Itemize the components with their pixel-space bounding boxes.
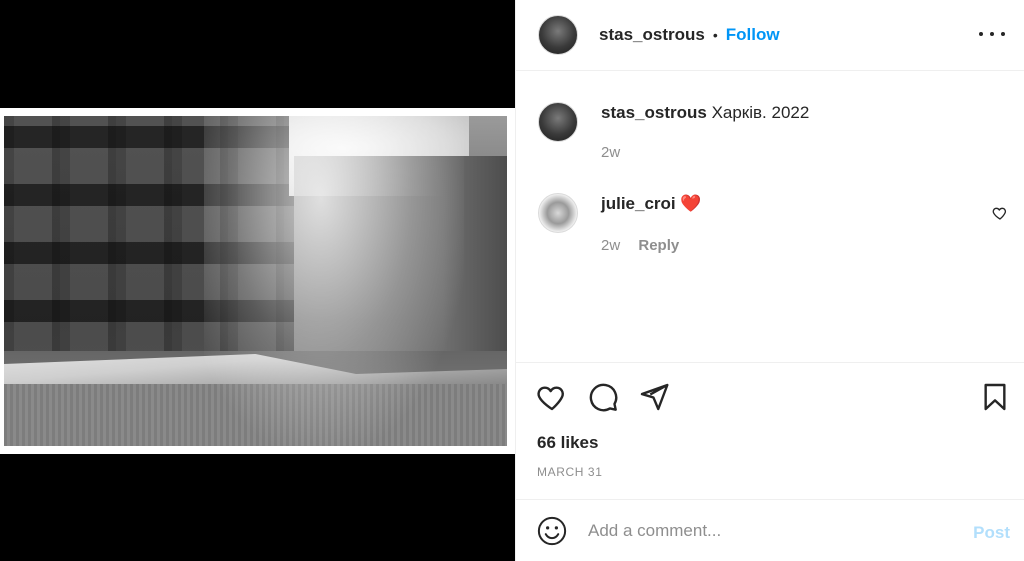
caption-text: Харків. 2022 (711, 103, 810, 122)
save-bookmark-icon[interactable] (979, 381, 1011, 413)
header-separator: • (712, 27, 718, 43)
author-avatar[interactable] (538, 15, 578, 55)
photo-light-glow (204, 116, 464, 446)
comment-meta: 2w Reply (601, 237, 679, 254)
comments-section: stas_ostrous Харків. 2022 2w julie_croi … (516, 72, 1024, 361)
likes-count[interactable]: 66 likes (537, 433, 598, 453)
caption-username[interactable]: stas_ostrous (601, 103, 707, 122)
post-date[interactable]: MARCH 31 (537, 465, 602, 479)
caption-avatar[interactable] (538, 102, 578, 142)
like-heart-icon[interactable] (536, 381, 568, 413)
comment-like-heart-icon[interactable] (992, 205, 1008, 221)
share-paper-plane-icon[interactable] (638, 381, 670, 413)
comment-bubble-icon[interactable] (587, 381, 619, 413)
post-media (0, 0, 515, 561)
post-actions: 66 likes MARCH 31 (516, 362, 1024, 500)
comment-text: ❤️ (680, 194, 702, 213)
photo-frame (0, 108, 515, 454)
commenter-avatar[interactable] (538, 193, 578, 233)
caption-comment: stas_ostrous Харків. 2022 2w (538, 102, 1008, 162)
caption-body: stas_ostrous Харків. 2022 (601, 102, 809, 124)
more-options-icon[interactable] (979, 22, 1005, 46)
more-dot (1001, 32, 1005, 36)
comment-time[interactable]: 2w (601, 237, 620, 254)
post-header: stas_ostrous • Follow (516, 0, 1024, 71)
caption-meta: 2w (601, 144, 620, 161)
comment-input[interactable] (588, 521, 958, 541)
emoji-icon[interactable] (537, 516, 567, 546)
post-photo[interactable] (4, 116, 507, 446)
follow-button[interactable]: Follow (726, 25, 780, 45)
comment-username[interactable]: julie_croi (601, 194, 676, 213)
add-comment-bar: Post (516, 501, 1024, 561)
reply-button[interactable]: Reply (638, 237, 679, 254)
comment-item: julie_croi ❤️ 2w Reply (538, 193, 1008, 254)
more-dot (990, 32, 994, 36)
author-username[interactable]: stas_ostrous (599, 25, 705, 45)
more-dot (979, 32, 983, 36)
caption-time[interactable]: 2w (601, 144, 620, 161)
post-details-panel: stas_ostrous • Follow stas_ostrous Харкі… (515, 0, 1024, 561)
comment-body: julie_croi ❤️ (601, 193, 702, 215)
post-comment-button[interactable]: Post (973, 523, 1010, 543)
